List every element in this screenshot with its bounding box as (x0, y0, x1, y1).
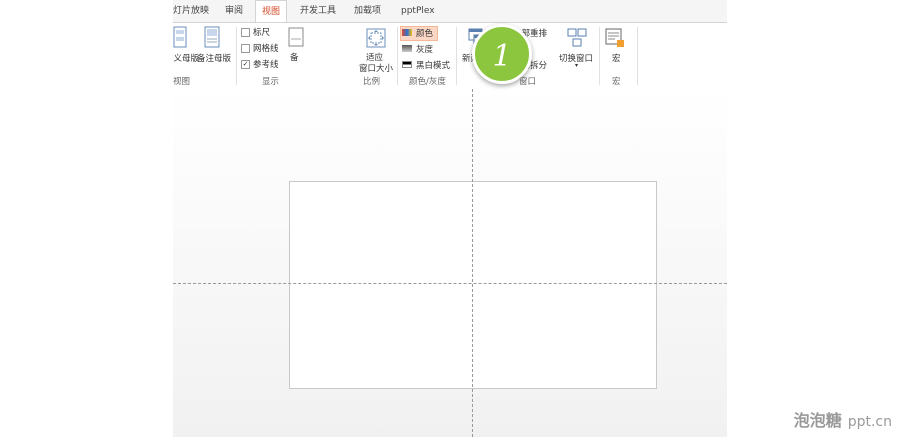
horizontal-guide[interactable] (173, 283, 727, 284)
group-separator (236, 27, 237, 85)
switch-window-button[interactable]: 切换窗口 ▾ (558, 26, 596, 72)
color-swatch-icon (402, 29, 412, 36)
notes-master-button[interactable]: 备注母版 (197, 26, 233, 66)
handout-master-icon (173, 26, 187, 48)
group-separator (599, 27, 600, 85)
fit-to-window-icon[interactable] (365, 27, 387, 49)
notes-pane-label: 备 (290, 53, 299, 63)
group-separator (456, 27, 457, 85)
black-white-swatch-icon (402, 61, 412, 68)
color-button[interactable]: 颜色 (402, 27, 436, 39)
ruler-checkbox[interactable] (241, 28, 250, 37)
ribbon-tab-bar: 灯片放映 审阅 视图 开发工具 加载项 pptPlex (173, 0, 727, 22)
vertical-guide[interactable] (472, 89, 473, 437)
macros-button[interactable]: 宏 (603, 26, 629, 66)
watermark: 泡泡糖 ppt.cn (794, 407, 892, 431)
black-white-button[interactable]: 黑白模式 (402, 59, 454, 71)
group-label-views: 视图 (173, 77, 191, 87)
color-label: 颜色 (416, 29, 434, 39)
notes-pane-icon[interactable] (288, 27, 304, 47)
handout-master-button[interactable]: 讲义母版 (173, 26, 199, 66)
step-number-badge: 1 (472, 24, 532, 84)
group-separator (397, 27, 398, 85)
watermark-domain: ppt.cn (847, 414, 892, 430)
tab-view[interactable]: 视图 (255, 0, 288, 22)
grayscale-label: 灰度 (416, 45, 434, 55)
tab-developer[interactable]: 开发工具 (300, 0, 336, 22)
slide[interactable] (289, 181, 657, 389)
fit-to-window-label-line2: 窗口大小 (359, 64, 394, 74)
guides-checkbox[interactable]: ✓ (241, 60, 250, 69)
group-separator (637, 27, 638, 85)
guides-label: 参考线 (253, 60, 279, 70)
ribbon-panel: 讲义母版 备注母版 视图 标尺 网格线 ✓ 参考线 备 显示 (173, 22, 727, 90)
powerpoint-window: 灯片放映 审阅 视图 开发工具 加载项 pptPlex 讲义母版 备注母版 (173, 0, 727, 437)
grayscale-button[interactable]: 灰度 (402, 43, 436, 55)
gridlines-checkbox[interactable] (241, 44, 250, 53)
gridlines-label: 网格线 (253, 44, 279, 54)
group-label-macros: 宏 (612, 77, 621, 87)
handout-master-label: 讲义母版 (173, 54, 200, 64)
group-label-window: 窗口 (519, 77, 537, 87)
group-label-zoom: 比例 (363, 77, 381, 87)
notes-master-label: 备注母版 (197, 54, 232, 64)
tab-addins[interactable]: 加载项 (354, 0, 381, 22)
grayscale-swatch-icon (402, 45, 412, 52)
ruler-label: 标尺 (253, 28, 271, 38)
black-white-label: 黑白模式 (416, 61, 451, 71)
macros-icon (605, 28, 624, 47)
notes-master-icon (204, 26, 220, 48)
group-label-show: 显示 (262, 77, 280, 87)
tab-review[interactable]: 审阅 (225, 0, 243, 22)
slide-canvas (173, 89, 727, 437)
macros-label: 宏 (612, 54, 621, 64)
tab-pptplex[interactable]: pptPlex (401, 0, 435, 22)
group-label-color: 颜色/灰度 (409, 77, 446, 87)
watermark-brand: 泡泡糖 (793, 411, 842, 430)
switch-window-icon (567, 28, 587, 47)
chevron-down-icon: ▾ (575, 62, 579, 69)
tab-slideshow[interactable]: 灯片放映 (173, 0, 209, 22)
